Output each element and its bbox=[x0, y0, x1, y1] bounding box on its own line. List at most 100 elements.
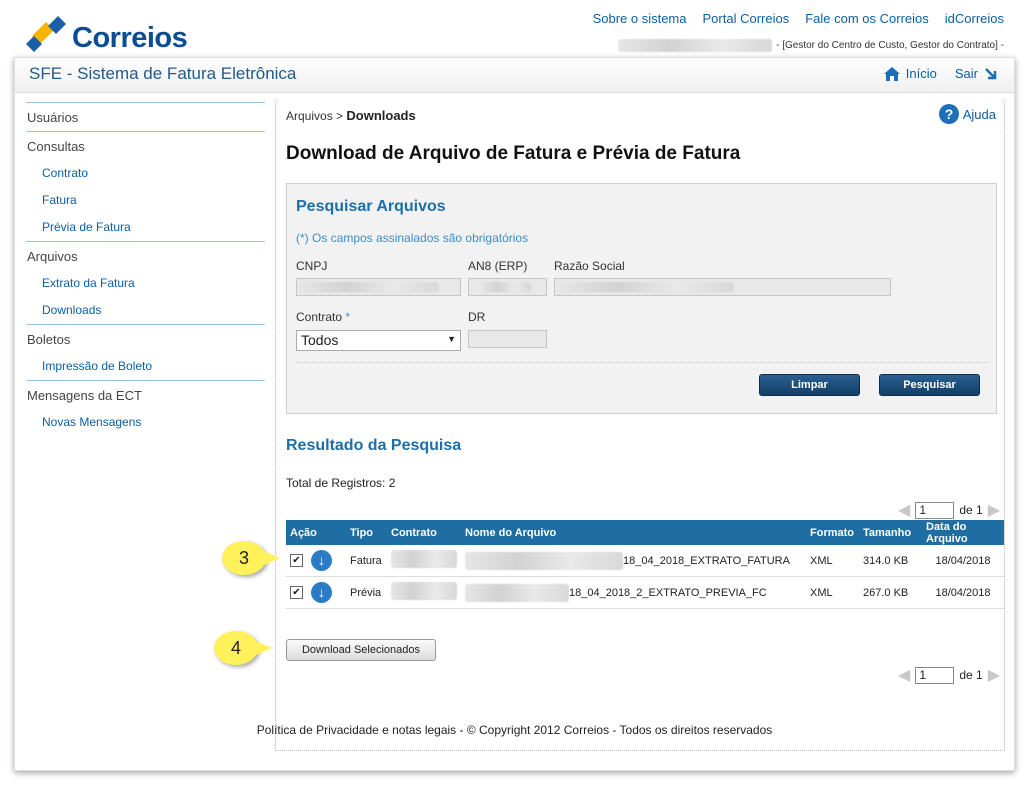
page-input[interactable]: 1 bbox=[915, 666, 955, 684]
top-link-fale[interactable]: Fale com os Correios bbox=[805, 11, 929, 26]
redacted-value bbox=[559, 282, 734, 292]
callout-pointer bbox=[264, 551, 280, 565]
cell-data: 18/04/2018 bbox=[922, 576, 1004, 609]
sidebar-group-boletos: Boletos bbox=[27, 332, 71, 347]
table-row: ✔ ↓ Fatura 18_04_2018_EXTRATO_FATURA XML … bbox=[286, 545, 1004, 577]
download-icon[interactable]: ↓ bbox=[311, 550, 332, 571]
sidebar-item-fatura[interactable]: Fatura bbox=[26, 187, 265, 214]
sidebar-item-usuarios[interactable]: Usuários bbox=[26, 103, 265, 131]
col-acao: Ação bbox=[286, 520, 346, 545]
redacted-value bbox=[481, 282, 531, 292]
prev-page-icon[interactable]: ◀ bbox=[898, 500, 910, 520]
sidebar-item-impressao-boleto[interactable]: Impressão de Boleto bbox=[26, 353, 265, 380]
callout-number: 3 bbox=[238, 548, 249, 568]
page-input[interactable]: 1 bbox=[915, 501, 955, 519]
redacted-value bbox=[465, 583, 569, 602]
sidebar-item-novas-mensagens[interactable]: Novas Mensagens bbox=[26, 409, 265, 436]
cell-tamanho: 267.0 KB bbox=[859, 576, 922, 609]
breadcrumb-current: Downloads bbox=[346, 108, 416, 123]
logout-arrow-icon[interactable] bbox=[984, 67, 998, 81]
home-link[interactable]: Início bbox=[906, 66, 937, 81]
next-page-icon[interactable]: ▶ bbox=[988, 500, 1000, 520]
an8-field[interactable] bbox=[468, 278, 547, 296]
next-page-icon[interactable]: ▶ bbox=[988, 665, 1000, 685]
svg-text:?: ? bbox=[944, 106, 953, 122]
user-roles: - [Gestor do Centro de Custo, Gestor do … bbox=[776, 40, 1004, 51]
col-contrato: Contrato bbox=[387, 520, 461, 545]
contrato-label: Contrato * bbox=[296, 310, 350, 324]
redacted-value bbox=[299, 282, 439, 292]
col-tipo: Tipo bbox=[346, 520, 387, 545]
search-panel: Pesquisar Arquivos (*) Os campos assinal… bbox=[286, 183, 997, 414]
breadcrumb: Arquivos > Downloads bbox=[286, 108, 416, 123]
sidebar: Usuários Consultas Contrato Fatura Prévi… bbox=[26, 102, 265, 436]
help-link[interactable]: ? Ajuda bbox=[938, 104, 996, 124]
breadcrumb-parent[interactable]: Arquivos bbox=[286, 109, 333, 123]
main-content: Arquivos > Downloads ? Ajuda Download de… bbox=[275, 100, 1005, 751]
dr-label: DR bbox=[468, 310, 486, 324]
cnpj-label: CNPJ bbox=[296, 259, 328, 273]
contrato-select-value: Todos bbox=[301, 332, 339, 348]
cell-nome-arquivo: 18_04_2018_EXTRATO_FATURA bbox=[461, 545, 806, 577]
row-checkbox[interactable]: ✔ bbox=[290, 586, 303, 599]
top-link-sobre[interactable]: Sobre o sistema bbox=[593, 11, 687, 26]
user-info: - [Gestor do Centro de Custo, Gestor do … bbox=[618, 39, 1004, 52]
search-button[interactable]: Pesquisar bbox=[879, 374, 980, 396]
cell-tipo: Prévia bbox=[346, 576, 387, 609]
top-link-portal[interactable]: Portal Correios bbox=[703, 11, 790, 26]
col-nome-arquivo: Nome do Arquivo bbox=[461, 520, 806, 545]
download-selected-button[interactable]: Download Selecionados bbox=[286, 639, 436, 661]
dr-field[interactable] bbox=[468, 330, 547, 348]
clear-button[interactable]: Limpar bbox=[759, 374, 860, 396]
redacted-value bbox=[465, 551, 623, 570]
pager-bottom: ◀ 1 de 1 ▶ bbox=[898, 665, 1000, 685]
prev-page-icon[interactable]: ◀ bbox=[898, 665, 910, 685]
total-records: Total de Registros: 2 bbox=[286, 476, 396, 490]
system-header: SFE - Sistema de Fatura Eletrônica Iníci… bbox=[15, 58, 1014, 93]
page-of-label: de 1 bbox=[959, 668, 983, 682]
razao-social-label: Razão Social bbox=[554, 259, 625, 273]
cell-tipo: Fatura bbox=[346, 545, 387, 577]
file-name-suffix: 18_04_2018_2_EXTRATO_PREVIA_FC bbox=[569, 586, 767, 599]
callout-3: 3 bbox=[222, 541, 280, 575]
top-bar: Correios Sobre o sistema Portal Correios… bbox=[0, 0, 1027, 58]
required-asterisk: * bbox=[345, 310, 351, 324]
col-formato: Formato bbox=[806, 520, 859, 545]
header-nav: Início Sair bbox=[883, 66, 998, 81]
contrato-select[interactable]: Todos ▼ bbox=[296, 330, 461, 351]
col-data-arquivo: Data do Arquivo bbox=[922, 520, 1004, 545]
row-checkbox[interactable]: ✔ bbox=[290, 554, 303, 567]
search-title: Pesquisar Arquivos bbox=[296, 198, 446, 215]
page-title: Download de Arquivo de Fatura e Prévia d… bbox=[286, 143, 741, 164]
help-icon[interactable]: ? bbox=[938, 104, 959, 124]
sidebar-item-extrato[interactable]: Extrato da Fatura bbox=[26, 270, 265, 297]
sidebar-item-downloads[interactable]: Downloads bbox=[26, 297, 265, 324]
sidebar-group-mensagens: Mensagens da ECT bbox=[27, 388, 142, 403]
cnpj-field[interactable] bbox=[296, 278, 461, 296]
correios-logo-icon bbox=[26, 16, 66, 52]
callout-4: 4 bbox=[214, 631, 272, 665]
download-icon[interactable]: ↓ bbox=[311, 582, 332, 603]
sidebar-item-contrato[interactable]: Contrato bbox=[26, 160, 265, 187]
help-label[interactable]: Ajuda bbox=[963, 107, 996, 122]
row-actions: ✔ ↓ bbox=[286, 576, 346, 609]
table-row: ✔ ↓ Prévia 18_04_2018_2_EXTRATO_PREVIA_FC… bbox=[286, 576, 1004, 609]
redacted-user-name bbox=[618, 39, 773, 52]
callout-pointer bbox=[256, 641, 272, 655]
cell-formato: XML bbox=[806, 545, 859, 577]
razao-social-field[interactable] bbox=[554, 278, 891, 296]
home-icon[interactable] bbox=[883, 66, 900, 81]
callout-number: 4 bbox=[230, 638, 241, 658]
logout-link[interactable]: Sair bbox=[955, 66, 978, 81]
app-frame: SFE - Sistema de Fatura Eletrônica Iníci… bbox=[14, 57, 1015, 771]
an8-label: AN8 (ERP) bbox=[468, 259, 528, 273]
sidebar-group-arquivos: Arquivos bbox=[27, 249, 78, 264]
top-link-idcorreios[interactable]: idCorreios bbox=[945, 11, 1004, 26]
sidebar-item-previa[interactable]: Prévia de Fatura bbox=[26, 214, 265, 241]
contrato-label-text: Contrato bbox=[296, 310, 343, 324]
cell-contrato bbox=[387, 576, 461, 609]
search-divider bbox=[296, 362, 989, 363]
table-header-row: Ação Tipo Contrato Nome do Arquivo Forma… bbox=[286, 520, 1004, 545]
results-table: Ação Tipo Contrato Nome do Arquivo Forma… bbox=[286, 520, 1004, 609]
redacted-value bbox=[391, 582, 457, 600]
